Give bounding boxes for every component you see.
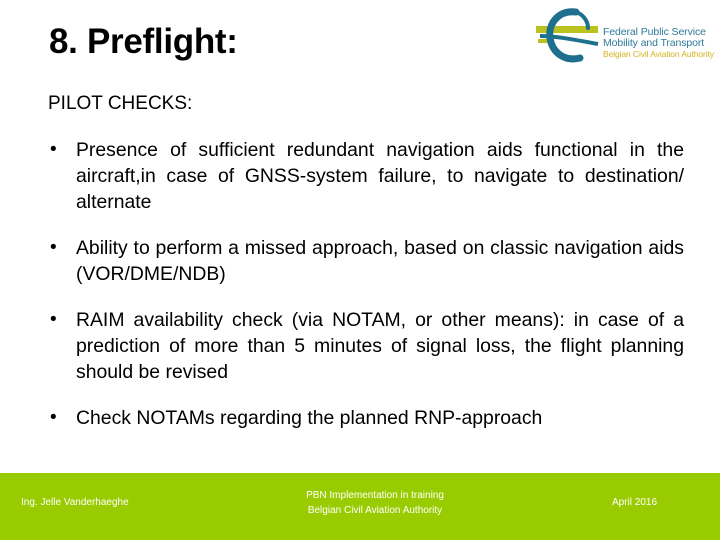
bullet-icon: • [50,309,57,330]
footer-presentation-title: PBN Implementation in training [306,490,444,501]
bullet-icon: • [50,407,57,428]
organization-logo: Federal Public Service Mobility and Tran… [536,6,720,66]
subheading: PILOT CHECKS: [48,93,193,114]
logo-line-authority: Belgian Civil Aviation Authority [603,49,714,59]
bullet-text: Check NOTAMs regarding the planned RNP-a… [76,407,543,429]
bullet-text: Ability to perform a missed approach, ba… [76,237,684,285]
footer-author: Ing. Jelle Vanderhaeghe [21,497,129,508]
bullet-item: • Ability to perform a missed approach, … [48,235,684,287]
bullet-text: Presence of sufficient redundant navigat… [76,139,684,213]
bullet-item: • Presence of sufficient redundant navig… [48,137,684,215]
bullet-icon: • [50,139,57,160]
bullet-text: RAIM availability check (via NOTAM, or o… [76,309,684,383]
slide-title: 8. Preflight: [49,22,238,61]
federal-public-service-logo-icon [536,8,599,63]
logo-line-department: Mobility and Transport [603,37,705,49]
bullet-item: • RAIM availability check (via NOTAM, or… [48,307,684,385]
bullet-list: • Presence of sufficient redundant navig… [48,137,684,451]
footer-organization: Belgian Civil Aviation Authority [307,505,443,516]
footer-center: PBN Implementation in training Belgian C… [240,488,510,518]
bullet-icon: • [50,237,57,258]
footer-bar: Ing. Jelle Vanderhaeghe PBN Implementati… [0,473,720,540]
bullet-item: • Check NOTAMs regarding the planned RNP… [48,405,684,431]
footer-date: April 2016 [612,497,658,508]
